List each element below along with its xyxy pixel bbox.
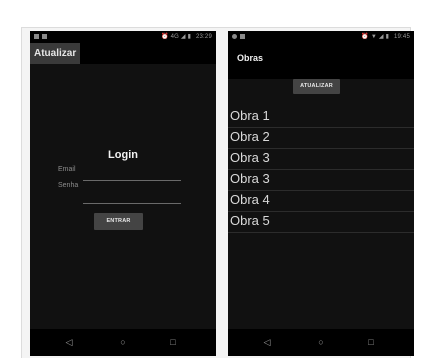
senha-field[interactable]	[83, 203, 181, 204]
recents-icon[interactable]: □	[163, 329, 183, 356]
action-bar: Obras	[228, 43, 414, 79]
list-item[interactable]: Obra 4	[228, 191, 414, 212]
atualizar-button[interactable]: ATUALIZAR	[293, 79, 340, 94]
entrar-button[interactable]: ENTRAR	[94, 213, 143, 230]
action-bar: Atualizar	[30, 43, 216, 64]
email-label: Email	[58, 166, 76, 173]
senha-label: Senha	[58, 182, 79, 189]
list-item[interactable]: Obra 2	[228, 128, 414, 149]
list-item[interactable]: Obra 3	[228, 170, 414, 191]
status-bar: ⏰ 4G ◢ ▮ 23:29	[30, 31, 216, 43]
atualizar-toolbar-button[interactable]: Atualizar	[30, 43, 81, 64]
back-icon[interactable]: ◁	[257, 329, 277, 356]
image-icon	[34, 33, 39, 39]
back-icon[interactable]: ◁	[59, 329, 79, 356]
square-icon	[42, 33, 47, 39]
status-time: 23:29	[195, 34, 212, 40]
home-icon[interactable]: ○	[311, 329, 331, 356]
square-icon	[240, 33, 245, 39]
circle-icon	[232, 33, 237, 39]
navigation-bar: ◁ ○ □	[228, 329, 414, 356]
obras-list: Obra 1 Obra 2 Obra 3 Obra 3 Obra 4 Obra …	[228, 107, 414, 233]
list-item[interactable]: Obra 1	[228, 107, 414, 128]
list-item[interactable]: Obra 5	[228, 212, 414, 233]
list-item[interactable]: Obra 3	[228, 149, 414, 170]
home-icon[interactable]: ○	[113, 329, 133, 356]
status-icons: ⏰ 4G ◢ ▮	[161, 34, 192, 40]
status-time: 19:45	[393, 34, 410, 40]
phone-login-screen: ⏰ 4G ◢ ▮ 23:29 Atualizar Login Email Sen…	[30, 31, 216, 356]
email-field[interactable]	[83, 180, 181, 181]
recents-icon[interactable]: □	[361, 329, 381, 356]
navigation-bar: ◁ ○ □	[30, 329, 216, 356]
page-title: Obras	[237, 53, 264, 63]
status-bar: ⏰ ▼ ◢ ▮ 19:45	[228, 31, 414, 43]
status-icons: ⏰ ▼ ◢ ▮	[361, 34, 390, 40]
phone-obras-screen: ⏰ ▼ ◢ ▮ 19:45 Obras ATUALIZAR Obra 1 Obr…	[228, 31, 414, 356]
login-title: Login	[108, 149, 138, 161]
